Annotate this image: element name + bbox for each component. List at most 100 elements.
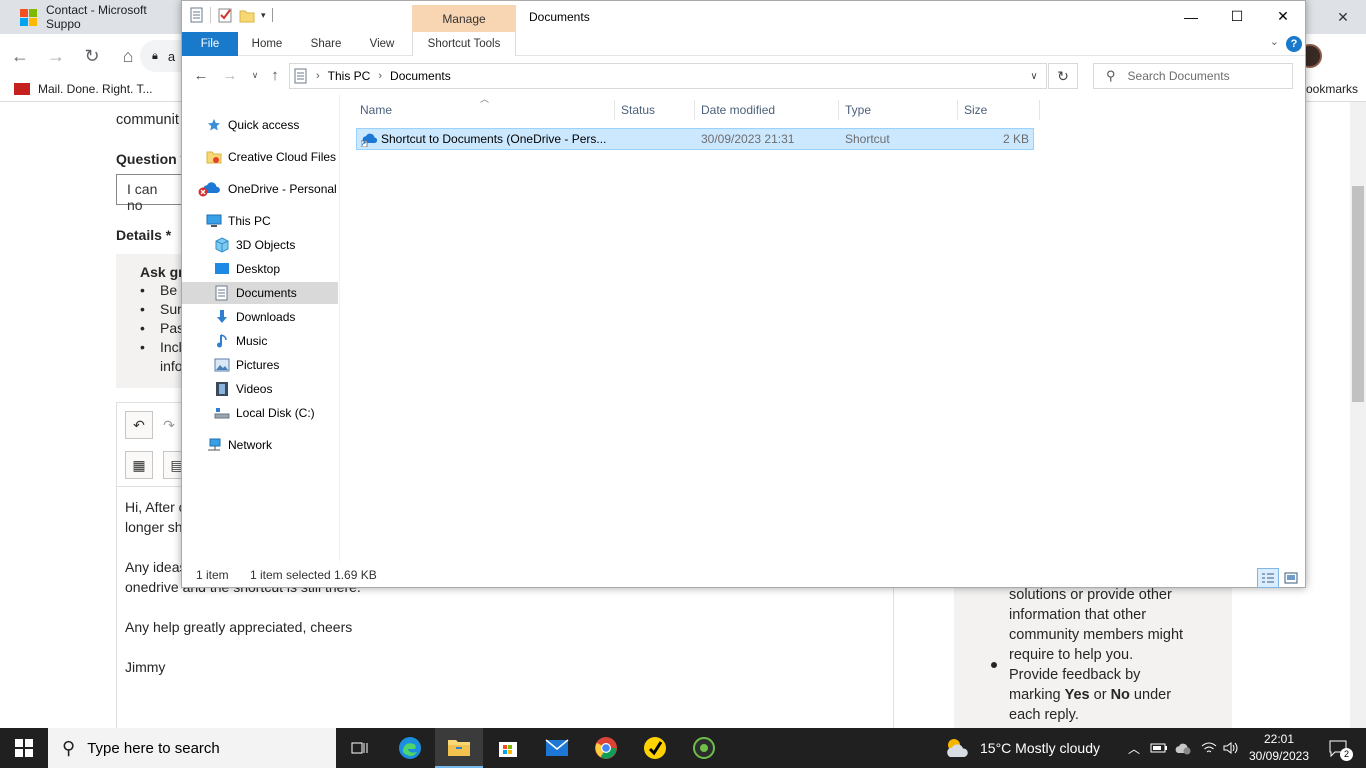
status-bar: 1 item 1 item selected 1.69 KB (182, 563, 1305, 588)
intro-text: communit (116, 112, 179, 128)
page-scrollbar[interactable] (1350, 102, 1366, 728)
new-folder-icon[interactable] (239, 7, 255, 23)
computer-icon (206, 213, 222, 229)
checklist-icon[interactable] (217, 7, 233, 23)
close-icon[interactable]: ✕ (1260, 1, 1306, 32)
network-icon (206, 437, 222, 453)
bookmark-mail[interactable]: Mail. Done. Right. T... (14, 82, 153, 96)
ribbon-expand-icon[interactable]: ⌄ (1270, 35, 1279, 48)
nav-pictures[interactable]: Pictures (214, 354, 279, 376)
minimize-icon[interactable]: — (1168, 1, 1214, 32)
reload-icon[interactable]: ↻ (76, 40, 108, 72)
forward-arrow-icon[interactable]: → (40, 40, 72, 72)
breadcrumb-separator-icon[interactable]: › (316, 70, 320, 82)
taskbar-clock[interactable]: 22:01 30/09/2023 (1244, 731, 1314, 765)
refresh-icon[interactable]: ↻ (1048, 63, 1078, 89)
tab-shortcut-tools[interactable]: Shortcut Tools (412, 32, 516, 56)
back-icon[interactable]: ← (191, 65, 211, 85)
details-view-icon[interactable] (1257, 568, 1279, 588)
music-note-icon (214, 333, 230, 349)
help-icon[interactable]: ? (1286, 36, 1302, 52)
properties-icon[interactable] (190, 7, 204, 23)
table-icon[interactable]: ▦ (125, 451, 153, 479)
tab-home[interactable]: Home (244, 32, 290, 56)
xbox-app-icon[interactable] (680, 728, 728, 768)
column-header-size[interactable]: Size (958, 100, 1040, 120)
mail-icon[interactable] (533, 728, 581, 768)
question-input[interactable]: I can no (116, 174, 186, 213)
tips-line-marking: marking Yes or No under (1009, 687, 1172, 703)
column-header-status[interactable]: Status (615, 100, 695, 120)
edge-icon[interactable] (386, 728, 434, 768)
question-label: Question * (116, 151, 187, 167)
tab-share[interactable]: Share (302, 32, 350, 56)
scrollbar-thumb[interactable] (1352, 186, 1364, 402)
bookmark-other[interactable]: ookmarks (1306, 82, 1358, 96)
breadcrumb-separator-icon[interactable]: › (378, 70, 382, 82)
window-title: Documents (529, 10, 590, 24)
taskbar-search-placeholder: Type here to search (87, 739, 220, 757)
nav-documents[interactable]: Documents (182, 282, 338, 304)
nav-creative-cloud[interactable]: Creative Cloud Files (206, 146, 336, 168)
nav-desktop[interactable]: Desktop (214, 258, 280, 280)
column-header-name[interactable]: Name (352, 100, 615, 120)
microsoft-logo-icon (20, 8, 37, 26)
large-icons-view-icon[interactable] (1280, 568, 1302, 588)
chrome-icon[interactable] (582, 728, 630, 768)
browser-tab-title: Contact - Microsoft Suppo (46, 3, 147, 31)
forward-icon[interactable]: → (220, 65, 240, 85)
desktop-icon (214, 261, 230, 277)
nav-this-pc[interactable]: This PC (206, 210, 271, 232)
details-label: Details * (116, 227, 172, 243)
search-documents-input[interactable]: ⚲ Search Documents (1093, 63, 1293, 89)
browser-close-icon[interactable]: ✕ (1320, 0, 1366, 34)
weather-widget[interactable]: 15°C Mostly cloudy (944, 728, 1100, 768)
file-explorer-window: ▾ Manage Documents — ☐ ✕ File Home Share… (181, 0, 1306, 588)
tab-file[interactable]: File (182, 32, 238, 56)
tray-expand-icon[interactable]: ︿ (1124, 728, 1144, 768)
onedrive-tray-icon[interactable] (1172, 728, 1194, 768)
cube-icon (214, 237, 230, 253)
nav-quick-access[interactable]: Quick access (206, 114, 299, 136)
undo-icon[interactable]: ↶ (125, 411, 153, 439)
task-view-icon[interactable] (336, 728, 384, 768)
taskbar-search-box[interactable]: ⚲ Type here to search (48, 728, 336, 768)
up-icon[interactable]: ↑ (265, 65, 285, 85)
nav-onedrive[interactable]: OneDrive - Personal (198, 178, 337, 200)
recent-locations-icon[interactable]: ∨ (245, 65, 265, 85)
wifi-icon[interactable] (1198, 728, 1220, 768)
norton-icon[interactable] (631, 728, 679, 768)
nav-videos[interactable]: Videos (214, 378, 272, 400)
address-bar[interactable]: › This PC › Documents ∨ (289, 63, 1047, 89)
qat-dropdown-icon[interactable]: ▾ (261, 10, 266, 21)
breadcrumb-this-pc[interactable]: This PC (328, 69, 371, 83)
nav-downloads[interactable]: Downloads (214, 306, 295, 328)
nav-network[interactable]: Network (206, 434, 272, 456)
volume-icon[interactable] (1220, 728, 1242, 768)
onedrive-error-icon (198, 181, 222, 197)
tips-line: each reply. (1009, 707, 1079, 723)
battery-icon[interactable] (1148, 728, 1170, 768)
breadcrumb-documents[interactable]: Documents (390, 69, 451, 83)
ribbon-tabs: File Home Share View Shortcut Tools ⌄ ? (182, 32, 1305, 56)
file-explorer-taskbar-icon[interactable] (435, 728, 483, 768)
windows-logo-icon (15, 739, 33, 757)
file-row[interactable]: Shortcut to Documents (OneDrive - Pers..… (356, 128, 1034, 150)
back-arrow-icon[interactable]: ← (4, 40, 36, 72)
nav-music[interactable]: Music (214, 330, 267, 352)
nav-local-disk[interactable]: Local Disk (C:) (214, 402, 315, 424)
nav-3d-objects[interactable]: 3D Objects (214, 234, 295, 256)
store-icon[interactable] (484, 728, 532, 768)
maximize-icon[interactable]: ☐ (1214, 1, 1260, 32)
column-header-date-modified[interactable]: Date modified (695, 100, 839, 120)
browser-tab[interactable]: Contact - Microsoft Suppo (8, 0, 184, 34)
address-dropdown-icon[interactable]: ∨ (1022, 64, 1046, 88)
bullet-icon (991, 662, 997, 668)
qat-divider (210, 7, 211, 23)
column-header-type[interactable]: Type (839, 100, 958, 120)
start-button[interactable] (0, 728, 48, 768)
redo-icon[interactable]: ↷ (155, 411, 183, 439)
tab-view[interactable]: View (362, 32, 402, 56)
notifications-button[interactable]: 2 (1318, 728, 1358, 768)
navigation-pane: Quick access Creative Cloud Files OneDri… (182, 95, 340, 561)
